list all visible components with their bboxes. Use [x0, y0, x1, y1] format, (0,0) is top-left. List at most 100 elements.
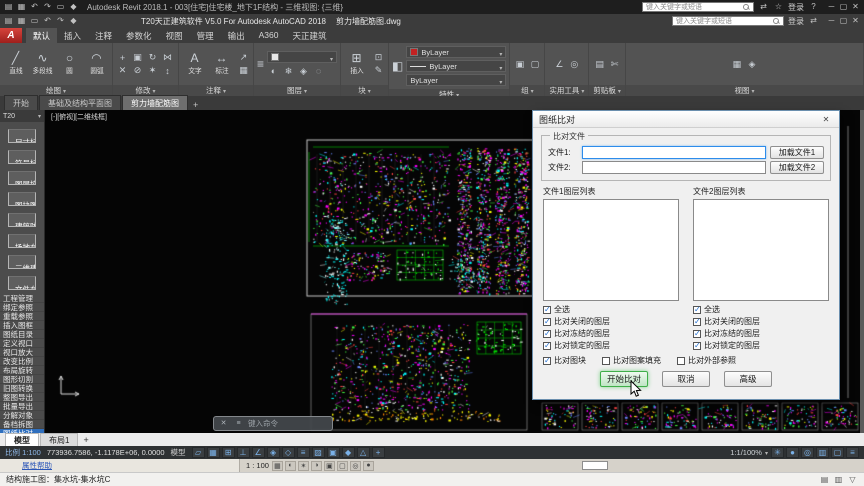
layer-lock-icon[interactable]: ◈	[297, 65, 310, 77]
compare-option-checkbox[interactable]: ✓ 比对外部参照	[677, 355, 736, 366]
panel-label-layers[interactable]: 图层	[254, 85, 341, 96]
snap-mode-icon[interactable]: ▦	[206, 447, 220, 458]
draw-tool-button[interactable]: ∿ 多段线	[30, 52, 55, 76]
annotate-tool-button[interactable]: A 文字	[182, 52, 207, 76]
lineweight-icon[interactable]: ≡	[296, 447, 310, 458]
revit-login-button[interactable]: 登录	[788, 2, 804, 13]
layer-off-icon[interactable]: ◐	[267, 65, 280, 77]
scale-icon[interactable]: ↕	[161, 65, 174, 77]
linetype-control[interactable]: ByLayer	[406, 60, 507, 72]
palette-item[interactable]: 图块图案	[8, 192, 36, 206]
match-properties-icon[interactable]: ◧	[392, 59, 403, 73]
group-icon[interactable]: ▣	[513, 58, 526, 70]
layout-tab[interactable]: 布局1	[40, 433, 79, 446]
draw-tool-button[interactable]: ◠ 圆弧	[84, 52, 109, 76]
workspace-gear-icon[interactable]: ✳	[771, 447, 784, 458]
edit-attribute-icon[interactable]: ✎	[372, 65, 385, 77]
palette-item[interactable]: 插入图框	[0, 321, 44, 330]
viewport-controls-label[interactable]: [-][俯视][二维线框]	[51, 112, 107, 122]
view-grid-icon[interactable]: ▦	[730, 58, 743, 70]
view-scale-control[interactable]: 1 : 100	[246, 461, 269, 470]
layer-filter-checkbox[interactable]: ✓ 比对冻结的图层	[693, 328, 829, 339]
load-file2-button[interactable]: 加载文件2	[770, 161, 824, 174]
lineweight-control[interactable]: ByLayer	[406, 74, 507, 86]
annotation-scale-control[interactable]: 1:1/100%	[730, 448, 762, 457]
palette-item[interactable]: 文件布图	[8, 276, 36, 290]
layer-filter-checkbox[interactable]: ✓ 比对锁定的图层	[693, 340, 829, 351]
layer-filter-checkbox[interactable]: ✓ 比对锁定的图层	[543, 340, 679, 351]
create-block-icon[interactable]: ⊡	[372, 52, 385, 64]
ribbon-tab[interactable]: 注释	[88, 28, 119, 43]
ortho-icon[interactable]: ⊥	[236, 447, 250, 458]
save-icon[interactable]: ▦	[16, 16, 27, 27]
palette-item[interactable]: 图形切割	[0, 375, 44, 384]
layer-properties-icon[interactable]: ≡	[257, 57, 264, 71]
file-tab[interactable]: 剪力墙配筋图	[122, 95, 188, 110]
palette-item[interactable]: 布局旋转	[0, 366, 44, 375]
panel-label-groups[interactable]: 组	[510, 85, 545, 96]
sheetset-icon[interactable]: ◆	[68, 2, 79, 13]
undo-icon[interactable]: ↶	[42, 16, 53, 27]
graphics-performance-icon[interactable]: ▥	[816, 447, 829, 458]
palette-item[interactable]: 图纸比对	[0, 429, 44, 433]
properties-help-link[interactable]: 属性帮助	[22, 460, 52, 471]
block-tool-button[interactable]: ⊞ 插入	[344, 52, 369, 76]
layer-filter-checkbox[interactable]: ✓ 全选	[693, 304, 829, 315]
design-option-box[interactable]	[581, 461, 608, 470]
panel-label-properties[interactable]: 特性	[389, 89, 510, 96]
minimize-icon[interactable]: ─	[826, 16, 837, 27]
undo-icon[interactable]: ↶	[29, 2, 40, 13]
dynamic-input-icon[interactable]: +	[371, 447, 385, 458]
palette-item[interactable]: 图纸目录	[0, 330, 44, 339]
panel-label-block[interactable]: 块	[341, 85, 389, 96]
open-icon[interactable]: ▤	[3, 2, 14, 13]
acad-search-box[interactable]: 键入关键字或短语	[672, 16, 784, 26]
palette-item[interactable]: 改变比例	[0, 357, 44, 366]
visual-style-icon[interactable]: ◐	[284, 460, 296, 471]
new-drawing-tab-button[interactable]: +	[189, 100, 202, 110]
draw-tool-button[interactable]: ╱ 直线	[3, 52, 28, 76]
layer-dropdown[interactable]	[267, 51, 338, 63]
trim-icon[interactable]: ✕	[116, 65, 129, 77]
palette-header[interactable]: T20	[0, 110, 44, 122]
redo-icon[interactable]: ↷	[42, 2, 53, 13]
palette-item[interactable]: 批量导出	[0, 402, 44, 411]
restore-icon[interactable]: ▢	[838, 16, 849, 27]
command-line-bar[interactable]: ✕ ≡ 键入命令	[213, 416, 333, 431]
palette-item[interactable]: 图层控制	[8, 171, 36, 185]
exchange-icon[interactable]: ⇄	[758, 2, 769, 13]
close-icon[interactable]: ✕	[218, 418, 229, 429]
draw-tool-button[interactable]: ○ 圆	[57, 52, 82, 76]
redo-icon[interactable]: ↷	[55, 16, 66, 27]
ribbon-tab[interactable]: 参数化	[119, 28, 159, 43]
compare-option-checkbox[interactable]: ✓ 比对图案填充	[602, 355, 661, 366]
mirror-icon[interactable]: ⋈	[161, 52, 174, 64]
restore-icon[interactable]: ▢	[838, 2, 849, 13]
layer-filter-checkbox[interactable]: ✓ 全选	[543, 304, 679, 315]
object-snap-icon[interactable]: ◇	[281, 447, 295, 458]
ribbon-tab[interactable]: A360	[252, 28, 286, 43]
model-space-indicator[interactable]: 模型	[171, 447, 186, 458]
close-icon[interactable]: ✕	[819, 113, 833, 125]
command-input[interactable]: 键入命令	[248, 418, 278, 429]
layer-filter-checkbox[interactable]: ✓ 比对关闭的图层	[543, 316, 679, 327]
polar-tracking-icon[interactable]: ∠	[251, 447, 265, 458]
isolate-objects-icon[interactable]: ◎	[801, 447, 814, 458]
minimize-icon[interactable]: ─	[826, 2, 837, 13]
panel-label-clipboard[interactable]: 剪贴板	[589, 85, 625, 96]
application-menu-button[interactable]: A	[0, 28, 22, 43]
star-icon[interactable]: ☆	[773, 2, 784, 13]
palette-item[interactable]: 尺寸标注	[8, 129, 36, 143]
help-icon[interactable]: ?	[808, 2, 819, 13]
ribbon-tab[interactable]: 输出	[221, 28, 252, 43]
palette-item[interactable]: 建筑防火	[8, 213, 36, 227]
acad-login-button[interactable]: 登录	[788, 16, 804, 27]
customize-icon[interactable]: ≡	[846, 447, 859, 458]
palette-item[interactable]: 绑定参照	[0, 303, 44, 312]
reveal-hidden-icon[interactable]: ●	[362, 460, 374, 471]
paste-icon[interactable]: ▤	[593, 58, 606, 70]
3d-osnap-icon[interactable]: ◆	[341, 447, 355, 458]
worksets-icon[interactable]: ▤	[819, 474, 830, 485]
shadows-icon[interactable]: ◑	[310, 460, 322, 471]
load-file1-button[interactable]: 加载文件1	[770, 146, 824, 159]
